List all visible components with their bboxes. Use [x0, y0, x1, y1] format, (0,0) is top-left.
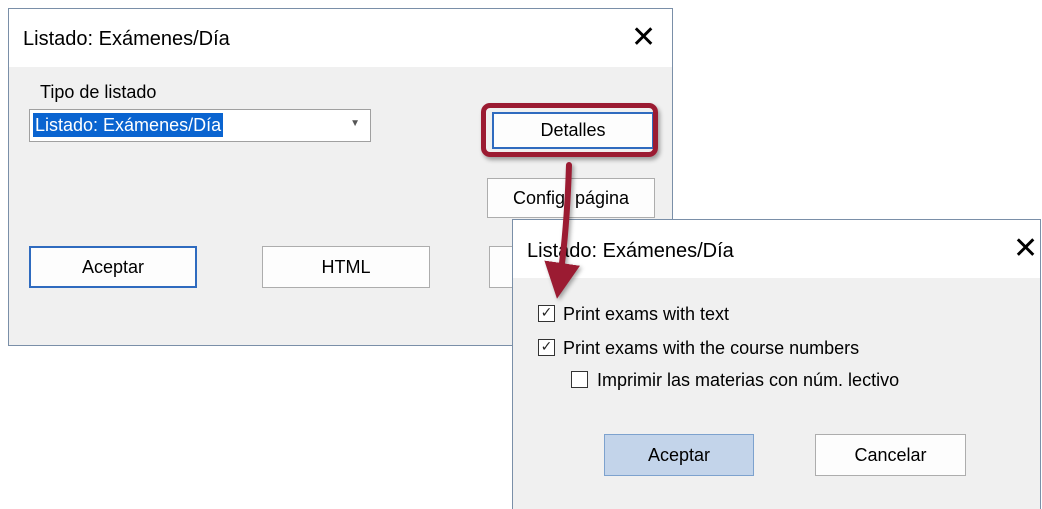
list-type-dropdown[interactable]: Listado: Exámenes/Día ▼	[29, 109, 371, 142]
main-dialog-titlebar: Listado: Exámenes/Día ✕	[9, 9, 672, 67]
cancel-button[interactable]: Cancelar	[815, 434, 966, 476]
html-button[interactable]: HTML	[262, 246, 430, 288]
print-with-text-label: Print exams with text	[563, 304, 730, 324]
chevron-down-icon[interactable]: ▼	[350, 118, 360, 129]
accept-button[interactable]: Aceptar	[29, 246, 197, 288]
print-with-text-checkbox[interactable]: ✓	[538, 305, 555, 322]
details-dialog-title: Listado: Exámenes/Día	[527, 240, 734, 262]
details-dialog-titlebar: Listado: Exámenes/Día ✕	[513, 220, 1040, 278]
checkmark-icon: ✓	[540, 305, 553, 321]
page-config-button[interactable]: Config. página	[487, 178, 655, 218]
list-type-label: Tipo de listado	[40, 82, 157, 102]
details-highlight-frame	[481, 103, 658, 157]
accept-button[interactable]: Aceptar	[604, 434, 754, 476]
close-icon[interactable]: ✕	[1013, 234, 1038, 264]
checkmark-icon: ✓	[540, 339, 553, 355]
main-dialog-title: Listado: Exámenes/Día	[23, 28, 230, 50]
print-subjects-checkbox[interactable]	[571, 371, 588, 388]
print-subjects-label: Imprimir las materias con núm. lectivo	[597, 370, 900, 390]
close-icon[interactable]: ✕	[631, 23, 656, 53]
print-course-numbers-label: Print exams with the course numbers	[563, 338, 860, 358]
details-dialog: Listado: Exámenes/Día ✕ ✓ Print exams wi…	[512, 219, 1041, 509]
list-type-selected-value: Listado: Exámenes/Día	[33, 113, 224, 137]
print-course-numbers-checkbox[interactable]: ✓	[538, 339, 555, 356]
